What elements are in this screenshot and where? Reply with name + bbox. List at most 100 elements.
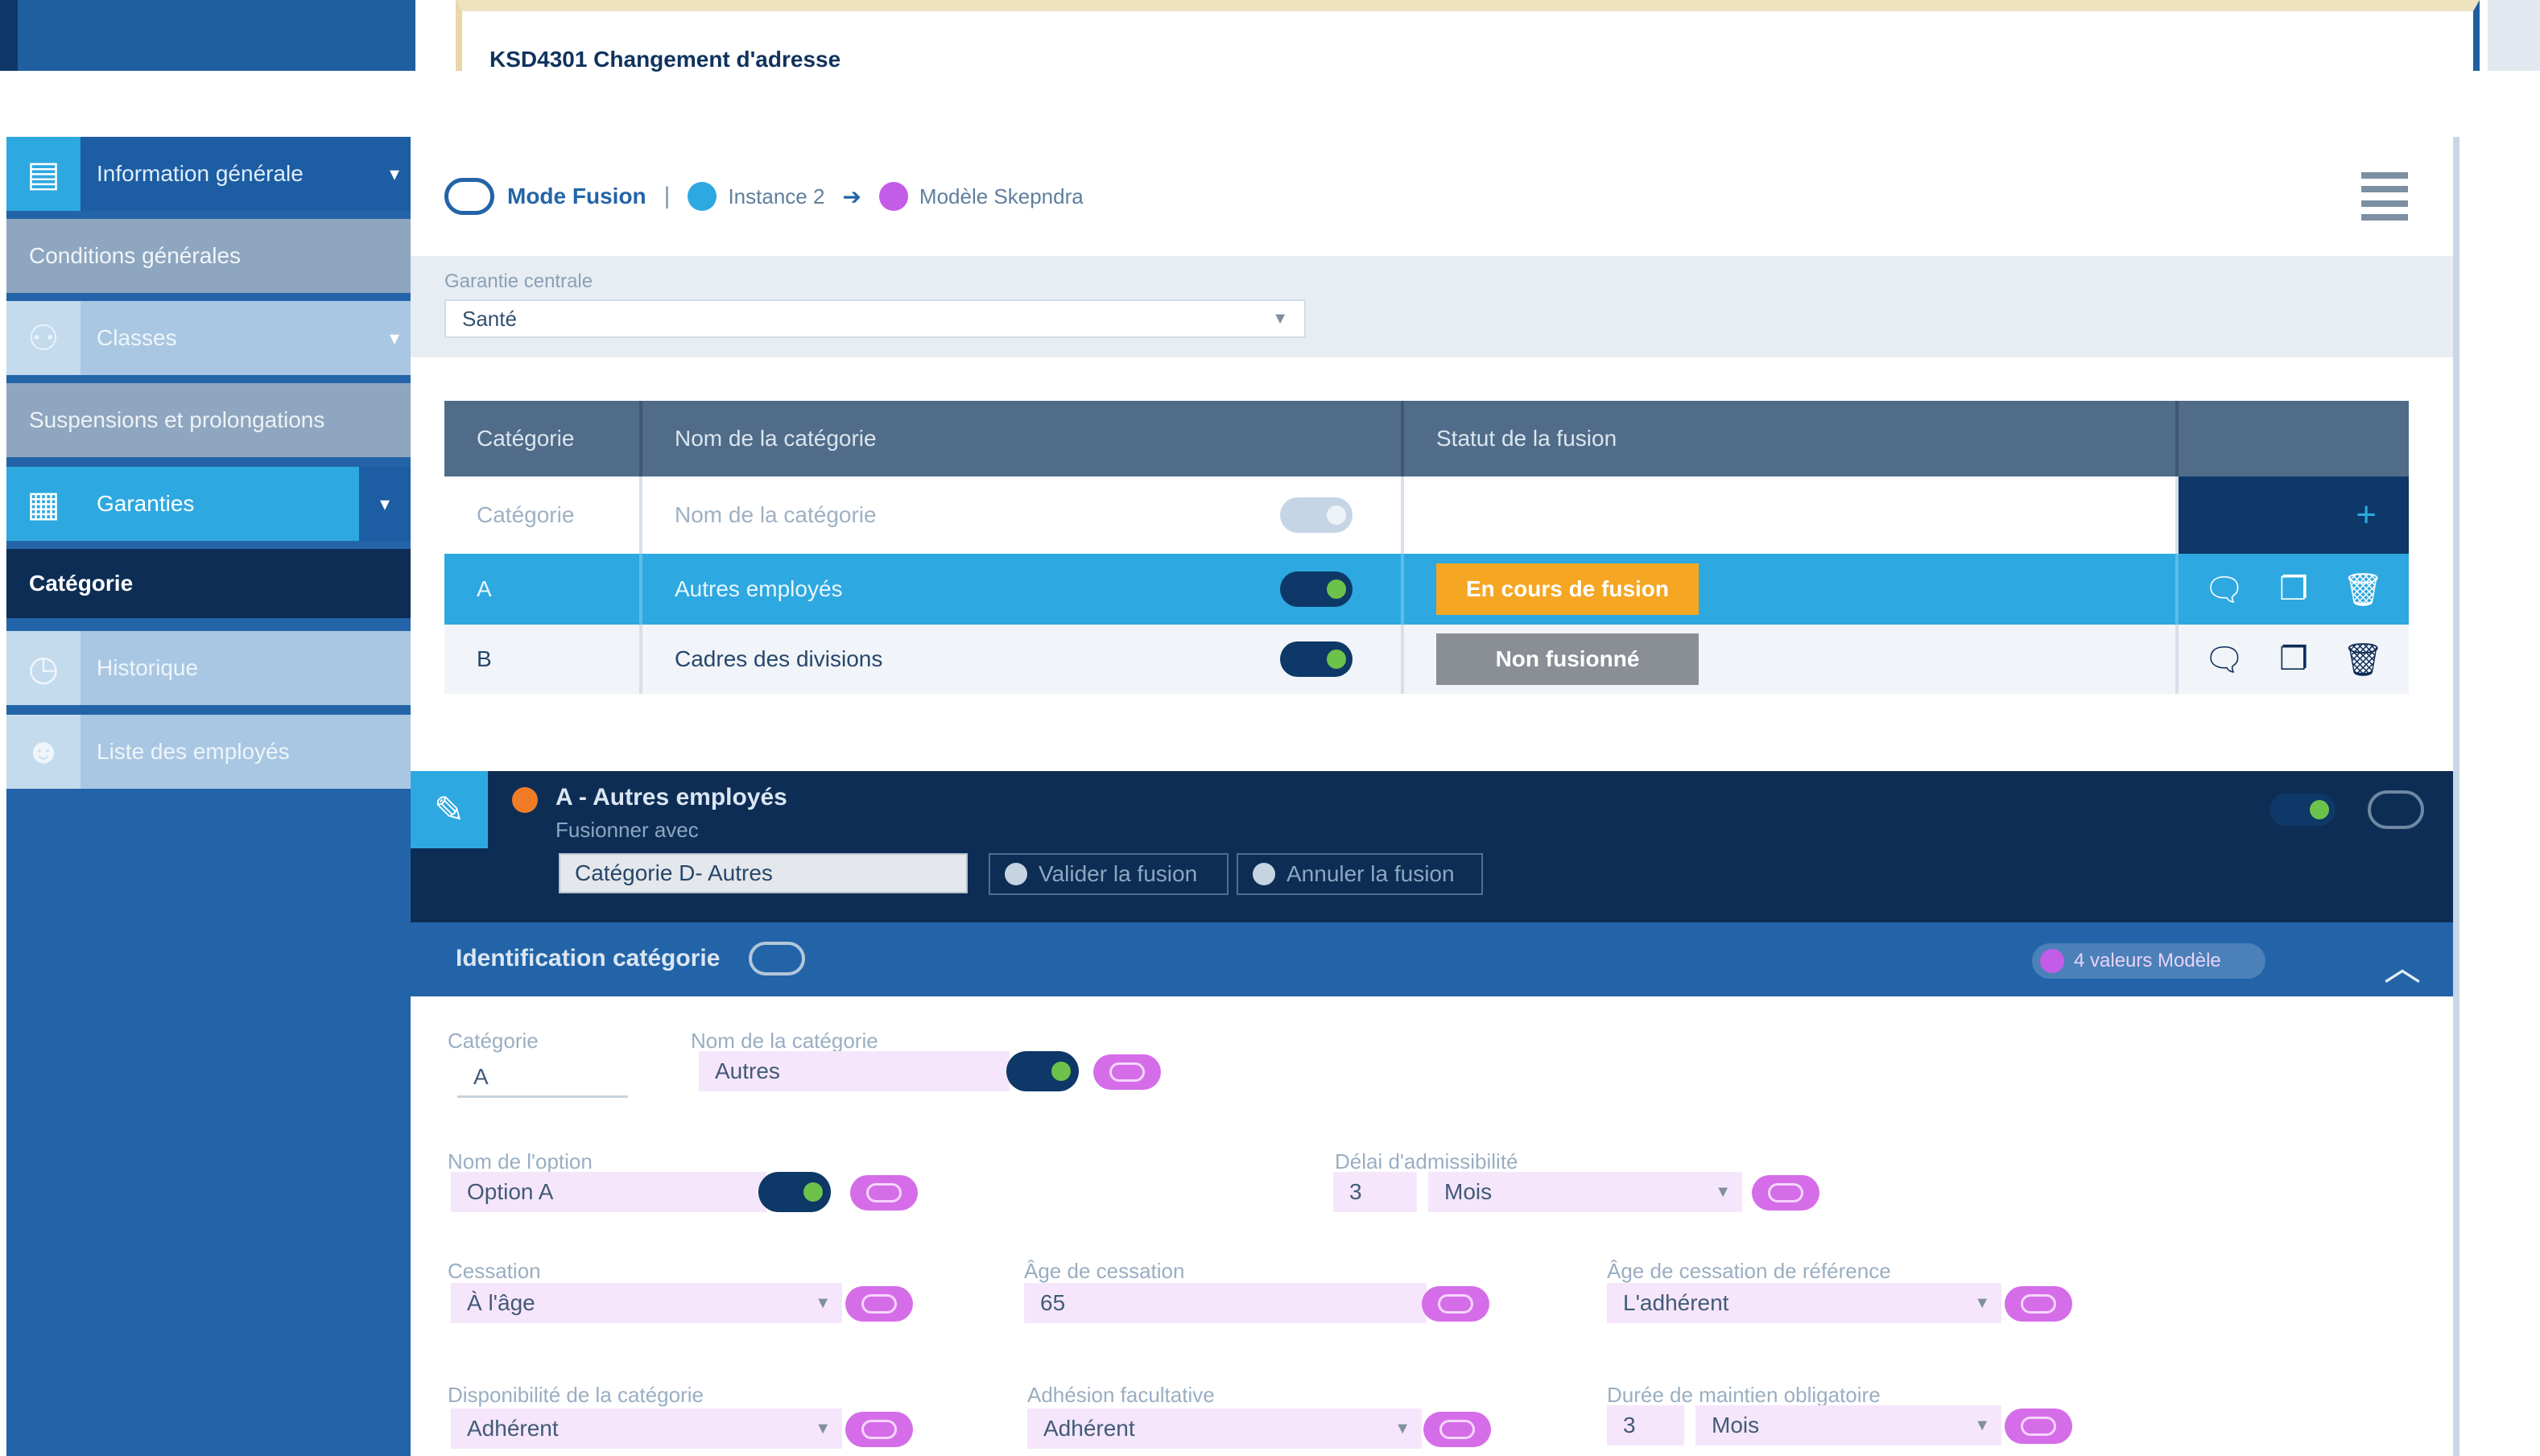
sidebar-header-stub — [0, 0, 415, 71]
field-label: Nom de la catégorie — [691, 1029, 878, 1053]
field-value: À l'âge — [467, 1290, 535, 1315]
validate-fusion-button[interactable]: Valider la fusion — [989, 853, 1229, 895]
chevron-down-icon[interactable]: ▾ — [359, 467, 411, 541]
filter-categorie-input[interactable]: Catégorie — [444, 476, 642, 554]
main-panel: Mode Fusion | Instance 2 ➔ Modèle Skepnd… — [411, 137, 2459, 1456]
chevron-down-icon: ▼ — [1394, 1419, 1410, 1437]
age-cessation-input[interactable]: 65 — [1024, 1283, 1427, 1323]
fusion-field-icon[interactable] — [1093, 1054, 1161, 1090]
plus-icon: + — [2356, 495, 2377, 534]
fusion-field-icon[interactable] — [845, 1286, 913, 1322]
field-value: L'adhérent — [1623, 1290, 1729, 1315]
col-header-categorie[interactable]: Catégorie — [444, 401, 642, 476]
sidebar-item-classes[interactable]: ⚇ Classes ▾ — [6, 301, 411, 375]
delai-number-input[interactable]: 3 — [1333, 1172, 1417, 1212]
categorie-input[interactable]: A — [457, 1058, 628, 1098]
cell-statut: En cours de fusion — [1404, 554, 2179, 625]
adhesion-select[interactable]: Adhérent ▼ — [1027, 1409, 1422, 1449]
garantie-select[interactable]: Santé ▼ — [444, 299, 1306, 338]
fusion-field-icon[interactable] — [1423, 1412, 1491, 1447]
comment-icon[interactable]: 🗨 — [2203, 571, 2245, 608]
check-icon — [1005, 863, 1027, 885]
option-input[interactable]: Option A — [451, 1172, 766, 1212]
status-badge: Non fusionné — [1436, 633, 1699, 685]
sidebar-item-conditions-generales[interactable]: Conditions générales — [6, 219, 411, 293]
cessation-select[interactable]: À l'âge ▼ — [451, 1283, 842, 1323]
edit-icon[interactable]: ✎ — [411, 771, 488, 848]
chevron-up-icon[interactable]: ︿ — [2384, 938, 2421, 992]
fusion-field-icon[interactable] — [850, 1175, 918, 1211]
row-toggle[interactable] — [1280, 571, 1353, 607]
col-header-nom[interactable]: Nom de la catégorie — [642, 401, 1404, 476]
table-row[interactable]: A Autres employés En cours de fusion 🗨 ❐… — [444, 554, 2409, 625]
chevron-down-icon: ▼ — [815, 1419, 831, 1437]
chevron-down-icon: ▼ — [815, 1293, 831, 1312]
field-value: Adhérent — [467, 1416, 559, 1441]
duree-number-input[interactable]: 3 — [1607, 1405, 1684, 1446]
delai-unit-select[interactable]: Mois ▼ — [1428, 1172, 1742, 1212]
disponibilite-select[interactable]: Adhérent ▼ — [451, 1409, 842, 1449]
nom-categorie-input[interactable]: Autres — [699, 1051, 1010, 1091]
fusion-panel: ✎ A - Autres employés Fusionner avec Cat… — [411, 771, 2453, 922]
filter-toggle[interactable] — [1280, 497, 1353, 533]
mode-bar: Mode Fusion | Instance 2 ➔ Modèle Skepnd… — [411, 137, 2453, 256]
sidebar-item-label: Catégorie — [29, 571, 134, 596]
cancel-fusion-button[interactable]: Annuler la fusion — [1237, 853, 1483, 895]
field-label: Cessation — [448, 1259, 541, 1283]
copy-icon[interactable]: ❐ — [2279, 641, 2308, 678]
validate-fusion-label: Valider la fusion — [1039, 861, 1198, 886]
field-label: Adhésion facultative — [1027, 1383, 1215, 1407]
field-label: Disponibilité de la catégorie — [448, 1383, 704, 1407]
filter-nom-placeholder: Nom de la catégorie — [675, 502, 877, 527]
add-button[interactable]: + — [2179, 476, 2409, 554]
col-header-actions — [2179, 401, 2409, 476]
fusion-mode-icon[interactable] — [2368, 790, 2424, 829]
col-header-statut[interactable]: Statut de la fusion — [1404, 401, 2179, 476]
field-label: Durée de maintien obligatoire — [1607, 1383, 1881, 1407]
sidebar: ▤ Information générale ▾ Conditions géné… — [6, 137, 411, 1456]
sidebar-item-historique[interactable]: ◷ Historique — [6, 631, 411, 705]
sidebar-item-label: Historique — [97, 655, 199, 680]
panel-toggle-icon[interactable] — [2361, 172, 2408, 221]
trash-icon[interactable]: 🗑 — [2343, 571, 2384, 608]
source-reference: Instance 2 — [728, 184, 825, 208]
sidebar-item-liste-employes[interactable]: ☻ Liste des employés — [6, 715, 411, 789]
copy-icon[interactable]: ❐ — [2279, 571, 2308, 608]
sidebar-item-suspensions[interactable]: Suspensions et prolongations — [6, 383, 411, 457]
duree-unit-select[interactable]: Mois ▼ — [1695, 1405, 2001, 1446]
sidebar-item-information-generale[interactable]: ▤ Information générale ▾ — [6, 137, 411, 211]
document-icon: ▦ — [6, 467, 81, 541]
age-reference-select[interactable]: L'adhérent ▼ — [1607, 1283, 2001, 1323]
nom-toggle[interactable] — [1006, 1051, 1079, 1091]
filter-nom-input[interactable]: Nom de la catégorie — [642, 476, 1404, 554]
right-panel-stub — [2488, 0, 2540, 71]
table-row[interactable]: B Cadres des divisions Non fusionné 🗨 ❐ … — [444, 625, 2409, 694]
fusion-toggle[interactable] — [2269, 794, 2336, 826]
chevron-down-icon: ▼ — [1715, 1182, 1731, 1201]
fusion-field-icon[interactable] — [1422, 1286, 1489, 1322]
identification-section-header[interactable]: Identification catégorie 4 valeurs Modèl… — [411, 922, 2453, 996]
chevron-down-icon: ▼ — [1974, 1293, 1990, 1312]
filter-statut[interactable] — [1404, 476, 2179, 554]
option-toggle[interactable] — [758, 1172, 831, 1212]
close-icon — [1253, 863, 1275, 885]
model-values-pill[interactable]: 4 valeurs Modèle — [2032, 943, 2265, 979]
status-dot-icon — [512, 787, 538, 813]
trash-icon[interactable]: 🗑 — [2343, 641, 2384, 679]
separator: | — [663, 183, 671, 209]
fusion-field-icon[interactable] — [845, 1412, 913, 1447]
row-toggle[interactable] — [1280, 641, 1353, 677]
cell-categorie: A — [444, 554, 642, 625]
fusion-field-icon[interactable] — [2005, 1409, 2072, 1444]
chevron-down-icon: ▾ — [389, 327, 400, 349]
chevron-down-icon: ▼ — [1272, 309, 1288, 328]
sidebar-item-label: Liste des employés — [97, 739, 290, 764]
instance-dot-icon — [688, 182, 717, 211]
field-value: 3 — [1623, 1413, 1636, 1437]
sidebar-item-garanties[interactable]: ▦ Garanties ▾ — [6, 467, 411, 541]
fusion-field-icon[interactable] — [2005, 1286, 2072, 1322]
fusion-target-input[interactable]: Catégorie D- Autres — [559, 853, 968, 893]
fusion-field-icon[interactable] — [1752, 1175, 1819, 1211]
sidebar-item-categorie[interactable]: Catégorie — [6, 549, 411, 618]
comment-icon[interactable]: 🗨 — [2203, 641, 2245, 679]
